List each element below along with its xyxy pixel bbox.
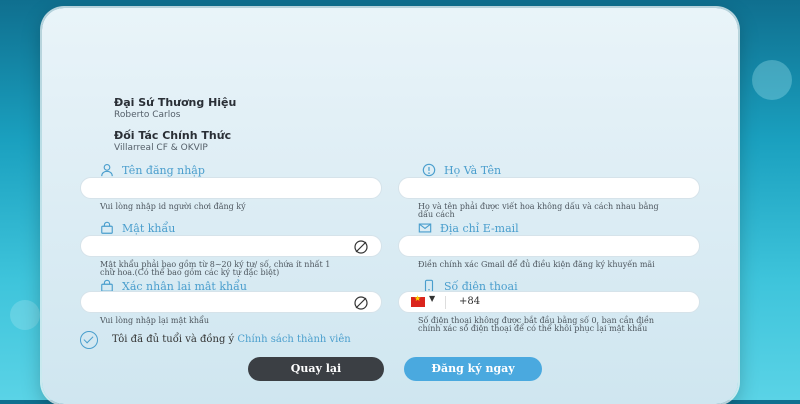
partner-title: Đối Tác Chính Thức: [114, 129, 232, 142]
email-input[interactable]: [398, 235, 700, 257]
password-label-text: Mật khẩu: [122, 221, 176, 235]
phone-country-code: +84: [459, 296, 481, 307]
confirm-password-input[interactable]: [80, 291, 382, 313]
fullname-input[interactable]: [398, 177, 700, 199]
background-bubble: [10, 300, 40, 330]
lock-icon: [101, 221, 113, 234]
email-label-text: Địa chỉ E-mail: [440, 221, 519, 235]
agree-text: Tôi đã đủ tuổi và đồng ý Chính sách thàn…: [112, 334, 351, 345]
background-bubble: [752, 60, 792, 100]
register-button[interactable]: Đăng ký ngay: [404, 357, 542, 381]
username-input[interactable]: [80, 177, 382, 199]
agree-label: Tôi đã đủ tuổi và đồng ý: [112, 334, 235, 345]
eye-off-icon[interactable]: [353, 239, 369, 255]
ambassador-title: Đại Sứ Thương Hiệu: [114, 96, 237, 109]
password-hint-line2: chữ hoa.(Có thể bao gồm các ký tự đặc bi…: [100, 268, 280, 277]
username-label: Tên đăng nhập: [100, 163, 205, 177]
email-label: Địa chỉ E-mail: [418, 221, 519, 235]
member-policy-link[interactable]: Chính sách thành viên: [237, 334, 350, 345]
info-icon: [422, 163, 436, 177]
confirm-password-hint: Vui lòng nhập lại mật khẩu: [100, 316, 210, 325]
phone-hint-line2: chính xác số điện thoại để có thể khôi p…: [418, 324, 648, 333]
fullname-label-text: Họ Và Tên: [444, 163, 502, 177]
eye-off-icon[interactable]: [353, 295, 369, 311]
ambassador-name: Roberto Carlos: [114, 110, 181, 120]
vn-flag-icon[interactable]: [411, 294, 425, 307]
username-label-text: Tên đăng nhập: [122, 163, 205, 177]
back-button[interactable]: Quay lại: [248, 357, 384, 381]
password-label: Mật khẩu: [100, 221, 175, 235]
password-input[interactable]: [80, 235, 382, 257]
phone-divider: [445, 296, 446, 309]
phone-input[interactable]: ▼ +84: [398, 291, 700, 313]
mail-icon: [418, 223, 432, 233]
username-hint: Vui lòng nhập id người chơi đăng ký: [100, 202, 246, 211]
user-icon: [101, 164, 113, 177]
chevron-down-icon[interactable]: ▼: [429, 294, 435, 303]
partner-name: Villarreal CF & OKVIP: [114, 143, 208, 153]
email-hint: Điền chính xác Gmail để đủ điều kiện đăn…: [418, 260, 655, 269]
fullname-hint-line2: dấu cách: [418, 210, 455, 219]
agree-checkbox[interactable]: [80, 331, 98, 349]
fullname-label: Họ Và Tên: [422, 163, 501, 177]
